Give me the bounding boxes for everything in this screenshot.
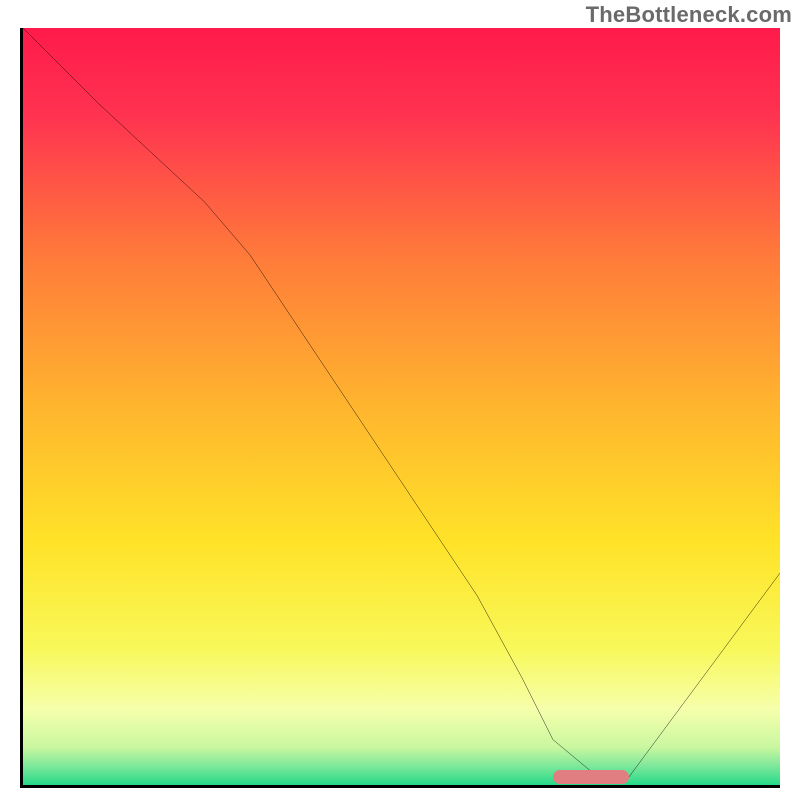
watermark-text: TheBottleneck.com (586, 2, 792, 28)
chart-container: TheBottleneck.com (0, 0, 800, 800)
bottleneck-curve (23, 28, 780, 785)
plot-area (20, 28, 780, 788)
optimal-range-marker (553, 770, 629, 784)
